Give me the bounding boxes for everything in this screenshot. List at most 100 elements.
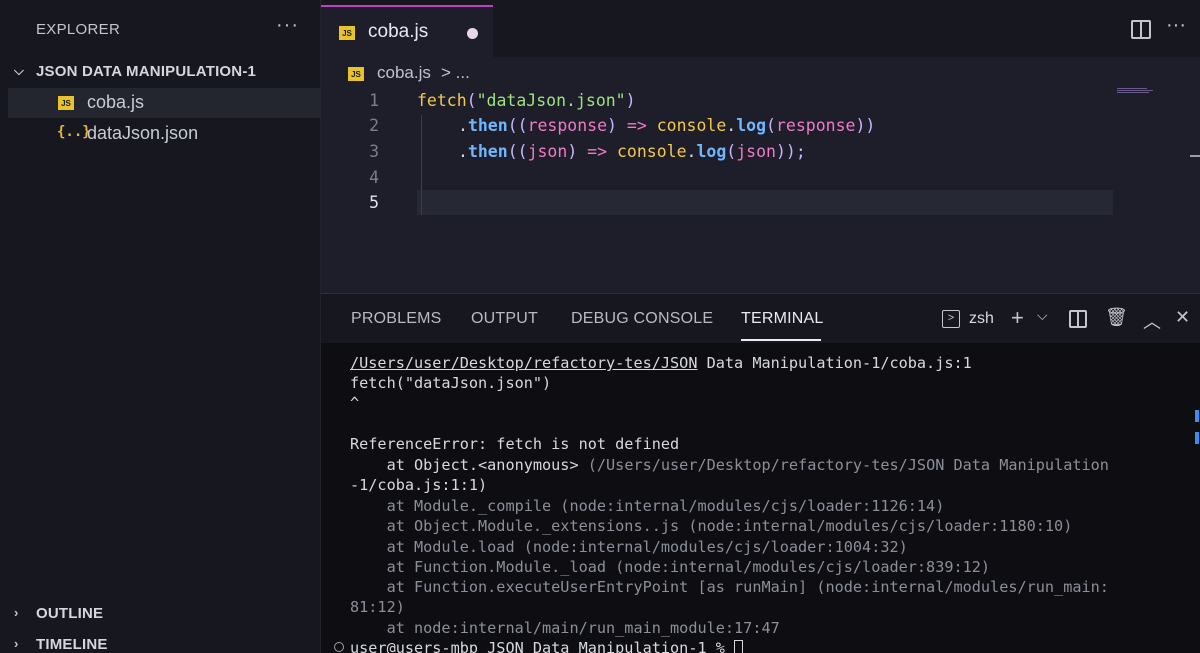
- line-number: 4: [369, 168, 379, 187]
- plus-icon[interactable]: +: [1011, 305, 1024, 331]
- breadcrumb-more[interactable]: > ...: [441, 63, 470, 83]
- bottom-panel: PROBLEMS OUTPUT DEBUG CONSOLE TERMINAL >…: [321, 293, 1200, 653]
- terminal-icon[interactable]: >: [942, 310, 960, 328]
- tab-debug-console[interactable]: DEBUG CONSOLE: [571, 310, 713, 328]
- token-punctuation: (: [726, 142, 737, 161]
- line-content: .then((response) => console.log(response…: [458, 116, 875, 135]
- split-editor-icon[interactable]: [1131, 20, 1151, 39]
- token-arrow: =>: [577, 142, 617, 161]
- timeline-section[interactable]: › TIMELINE: [0, 634, 321, 653]
- terminal-output[interactable]: /Users/user/Desktop/refactory-tes/JSON D…: [321, 354, 1200, 653]
- token-punctuation: ));: [775, 142, 806, 161]
- terminal-prompt[interactable]: user@users-mbp JSON Data Manipulation-1 …: [350, 639, 744, 653]
- line-number: 1: [369, 91, 379, 110]
- folder-section[interactable]: ⌵ JSON DATA MANIPULATION-1: [0, 61, 321, 87]
- token-param: json: [527, 142, 568, 161]
- terminal-path-rest: Data Manipulation-1/coba.js:1: [697, 354, 972, 372]
- folder-name: JSON DATA MANIPULATION-1: [36, 63, 257, 80]
- scrollbar-marker: [1195, 410, 1199, 422]
- line-content: .then((json) => console.log(json));: [458, 142, 806, 161]
- terminal-path-link[interactable]: /Users/user/Desktop/refactory-tes/JSON: [350, 354, 697, 372]
- shell-name[interactable]: zsh: [969, 310, 994, 328]
- token-punctuation: ((: [507, 142, 528, 161]
- unsaved-dot-icon[interactable]: [467, 28, 478, 39]
- json-file-icon: {..}: [57, 124, 91, 140]
- token-punctuation: ): [625, 91, 636, 110]
- ellipsis-icon[interactable]: ···: [276, 14, 299, 37]
- timeline-label: TIMELINE: [36, 636, 108, 653]
- token-object: console: [656, 116, 727, 135]
- command-status-icon[interactable]: [334, 642, 344, 652]
- stack-frame-name: at Object.<anonymous>: [350, 456, 588, 474]
- token-method: log: [696, 142, 727, 161]
- token-object: console: [617, 142, 687, 161]
- outline-section[interactable]: › OUTLINE: [0, 603, 321, 629]
- prompt-text: user@users-mbp JSON Data Manipulation-1 …: [350, 639, 735, 653]
- editor-tab-bar: JS coba.js: [321, 0, 1200, 57]
- terminal-line: at node:internal/main/run_main_module:17…: [350, 619, 780, 637]
- indent-guide: [421, 115, 422, 215]
- chevron-down-icon: ⌵: [14, 63, 25, 78]
- breadcrumb-file[interactable]: coba.js: [377, 63, 431, 83]
- terminal-line: ReferenceError: fetch is not defined: [350, 435, 680, 453]
- chevron-up-icon[interactable]: ︿: [1143, 308, 1161, 334]
- code-line: 4: [321, 165, 1200, 191]
- terminal-cursor: [734, 640, 744, 653]
- token-punctuation: ): [567, 142, 578, 161]
- token-punctuation: .: [458, 142, 468, 161]
- code-line: 2 .then((response) => console.log(respon…: [321, 113, 1200, 139]
- token-punctuation: ((: [507, 116, 528, 135]
- javascript-file-icon: JS: [339, 26, 355, 40]
- code-line: 3 .then((json) => console.log(json));: [321, 139, 1200, 165]
- scrollbar-marker[interactable]: [1190, 155, 1200, 157]
- terminal-line: ^: [350, 394, 360, 412]
- token-punctuation: .: [686, 142, 697, 161]
- scrollbar-marker: [1195, 432, 1199, 444]
- stack-frame: at Object.<anonymous> (/Users/user/Deskt…: [350, 456, 1109, 474]
- file-name: coba.js: [87, 92, 145, 112]
- stack-frame-location: (/Users/user/Desktop/refactory-tes/JSON …: [587, 456, 1109, 474]
- token-arg: json: [736, 142, 776, 161]
- terminal-line: at Module.load (node:internal/modules/cj…: [350, 538, 908, 556]
- tab-output[interactable]: OUTPUT: [471, 310, 538, 328]
- token-punctuation: ): [607, 116, 617, 135]
- token-string: "dataJson.json": [476, 91, 626, 110]
- tab-coba-js[interactable]: JS coba.js: [321, 5, 493, 57]
- token-function: fetch: [417, 91, 467, 110]
- terminal-line: at Object.<anonymous> (/Users/user/Deskt…: [350, 456, 1109, 476]
- chevron-right-icon: ›: [14, 636, 19, 651]
- active-tab-indicator: [741, 339, 821, 341]
- tab-terminal[interactable]: TERMINAL: [741, 310, 824, 328]
- token-param: response: [527, 116, 608, 135]
- chevron-down-icon[interactable]: ⌵: [1037, 307, 1048, 324]
- close-icon[interactable]: ✕: [1175, 307, 1190, 328]
- minimap[interactable]: [1117, 88, 1157, 94]
- file-item-coba-js[interactable]: JS coba.js: [8, 88, 321, 118]
- terminal-line: -1/coba.js:1:1): [350, 476, 488, 494]
- split-terminal-icon[interactable]: [1069, 310, 1087, 328]
- tab-problems[interactable]: PROBLEMS: [351, 310, 442, 328]
- token-punctuation: .: [726, 116, 737, 135]
- file-item-datajson-json[interactable]: {..} dataJson.json: [8, 119, 321, 149]
- token-punctuation: .: [458, 116, 468, 135]
- token-arg: response: [775, 116, 856, 135]
- token-punctuation: (: [766, 116, 776, 135]
- terminal-line: at Object.Module._extensions..js (node:i…: [350, 517, 1073, 535]
- code-line: 5: [321, 190, 1200, 216]
- terminal-line: 81:12): [350, 598, 405, 616]
- token-punctuation: )): [855, 116, 876, 135]
- ellipsis-icon[interactable]: ···: [1166, 14, 1186, 37]
- token-method: then: [467, 116, 508, 135]
- line-number: 3: [369, 142, 379, 161]
- explorer-sidebar: EXPLORER ··· ⌵ JSON DATA MANIPULATION-1 …: [0, 0, 321, 653]
- tab-label: coba.js: [368, 21, 429, 42]
- terminal-line: /Users/user/Desktop/refactory-tes/JSON D…: [350, 354, 972, 374]
- token-method: log: [736, 116, 767, 135]
- line-number: 2: [369, 116, 379, 135]
- terminal-line: at Function.Module._load (node:internal/…: [350, 558, 991, 576]
- terminal-line: fetch("dataJson.json"): [350, 374, 552, 392]
- trash-icon[interactable]: 🗑: [1105, 307, 1128, 328]
- explorer-title: EXPLORER: [36, 21, 121, 38]
- token-method: then: [467, 142, 508, 161]
- code-editor[interactable]: 1 fetch("dataJson.json") 2 .then((respon…: [321, 88, 1200, 293]
